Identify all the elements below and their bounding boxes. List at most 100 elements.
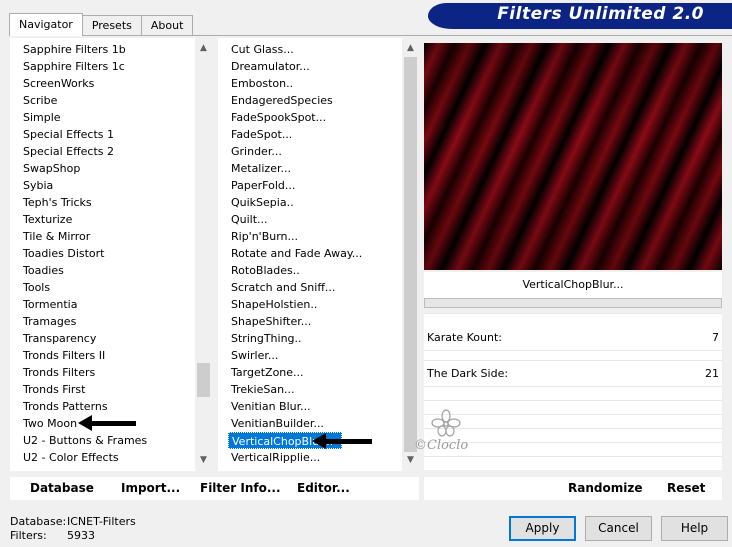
category-item[interactable]: Texturize [10,211,195,228]
database-value: ICNET-Filters [67,515,136,528]
watermark: ©Cloclo [396,408,488,468]
filter-items: Cut Glass... Dreamulator... Emboston.. Enda… [218,41,402,466]
filter-item[interactable]: VerticalRipplie... [218,449,402,466]
preview-image [424,43,722,270]
filter-item[interactable]: TargetZone... [218,364,402,381]
category-item[interactable]: U2 - Color Effects [10,449,195,466]
flower-icon [431,409,461,437]
scroll-up-icon[interactable]: ▲ [195,40,212,57]
category-item[interactable]: Special Effects 2 [10,143,195,160]
filter-item[interactable]: Rotate and Fade Away... [218,245,402,262]
category-item[interactable]: Tramages [10,313,195,330]
selected-filter-name: VerticalChopBlur... [424,272,722,298]
param-value[interactable]: 7 [712,326,719,349]
filter-item[interactable]: Metalizer... [218,160,402,177]
filters-count: 5933 [67,529,95,542]
category-item[interactable]: Tronds First [10,381,195,398]
param-separator [424,360,722,361]
right-toolbar: Randomize Reset [424,477,722,500]
filter-scrollbar[interactable]: ▲ ▼ [402,38,419,471]
category-items: Sapphire Filters 1b Sapphire Filters 1c Sc… [10,41,195,466]
category-item[interactable]: Transparency [10,330,195,347]
randomize-button[interactable]: Randomize [568,477,642,500]
filter-item[interactable]: EndageredSpecies [218,92,402,109]
cancel-button[interactable]: Cancel [585,516,652,541]
filter-item[interactable]: FadeSpot... [218,126,402,143]
category-scroll-thumb[interactable] [197,363,210,397]
category-item[interactable]: Tormentia [10,296,195,313]
category-item[interactable]: Simple [10,109,195,126]
category-item[interactable]: Sybia [10,177,195,194]
param-label: The Dark Side: [427,367,509,380]
left-toolbar: Database Import... Filter Info... Editor… [10,477,419,500]
filter-item[interactable]: Quilt... [218,211,402,228]
tab-panel-border [9,35,732,36]
import-button[interactable]: Import... [121,477,180,500]
category-item[interactable]: ScreenWorks [10,75,195,92]
category-item[interactable]: U2 - Buttons & Frames [10,432,195,449]
status-area: Database:ICNET-Filters Filters: 5933 [10,515,136,543]
filter-list[interactable]: Cut Glass... Dreamulator... Emboston.. Enda… [218,38,419,471]
tab-navigator[interactable]: Navigator [9,13,83,36]
filter-item[interactable]: FadeSpookSpot... [218,109,402,126]
category-item[interactable]: Tronds Filters [10,364,195,381]
filter-item[interactable]: Grinder... [218,143,402,160]
filter-item[interactable]: StringThing.. [218,330,402,347]
filter-info-button[interactable]: Filter Info... [200,477,281,500]
filters-label: Filters: [10,529,47,542]
filter-item[interactable]: ShapeShifter... [218,313,402,330]
category-item[interactable]: Tile & Mirror [10,228,195,245]
category-item[interactable]: Toadies [10,262,195,279]
filter-scroll-thumb[interactable] [404,57,417,452]
category-item[interactable]: SwapShop [10,160,195,177]
category-item[interactable]: Tools [10,279,195,296]
tab-bar: Navigator Presets About [9,13,194,36]
editor-button[interactable]: Editor... [297,477,350,500]
database-label: Database: [10,515,67,528]
filter-item[interactable]: Emboston.. [218,75,402,92]
database-button[interactable]: Database [30,477,94,500]
banner-title: Filters Unlimited 2.0 [497,4,704,24]
category-item[interactable]: Special Effects 1 [10,126,195,143]
filter-item[interactable]: Scratch and Sniff... [218,279,402,296]
category-item[interactable]: Tronds Patterns [10,398,195,415]
param-value[interactable]: 21 [705,362,719,385]
filter-item[interactable]: Dreamulator... [218,58,402,75]
param-label: Karate Kount: [427,331,502,344]
watermark-text: ©Cloclo [414,438,469,453]
param-separator [424,350,722,351]
filter-item[interactable]: PaperFold... [218,177,402,194]
category-item[interactable]: Tronds Filters II [10,347,195,364]
category-item[interactable]: Toadies Distort [10,245,195,262]
category-item[interactable]: Teph's Tricks [10,194,195,211]
param-dark-side[interactable]: The Dark Side: 21 [424,362,722,385]
category-item[interactable]: Sapphire Filters 1c [10,58,195,75]
scroll-down-icon[interactable]: ▼ [195,452,212,469]
filter-item[interactable]: Swirler... [218,347,402,364]
param-separator [424,313,722,314]
filter-item[interactable]: VenitianBuilder... [218,415,402,432]
scroll-up-icon[interactable]: ▲ [402,40,419,57]
category-list[interactable]: Sapphire Filters 1b Sapphire Filters 1c Sc… [10,38,212,471]
tab-about[interactable]: About [140,15,194,36]
param-separator [424,400,722,401]
category-scrollbar[interactable]: ▲ ▼ [195,38,212,471]
filter-item[interactable]: Venitian Blur... [218,398,402,415]
param-karate-kount[interactable]: Karate Kount: 7 [424,326,722,349]
filter-item[interactable]: Cut Glass... [218,41,402,58]
pointer-arrow-icon [312,433,372,449]
pointer-arrow-icon [78,415,136,431]
title-banner: Filters Unlimited 2.0 [428,3,732,29]
help-button[interactable]: Help [661,516,728,541]
filter-item[interactable]: RotoBlades.. [218,262,402,279]
filter-item[interactable]: QuikSepia.. [218,194,402,211]
apply-button[interactable]: Apply [509,516,576,541]
filter-item[interactable]: TrekieSan... [218,381,402,398]
category-item[interactable]: Sapphire Filters 1b [10,41,195,58]
filter-item[interactable]: ShapeHolstien.. [218,296,402,313]
reset-button[interactable]: Reset [667,477,705,500]
progress-bar [424,298,722,308]
tab-presets[interactable]: Presets [81,15,142,36]
filter-item[interactable]: Rip'n'Burn... [218,228,402,245]
category-item[interactable]: Scribe [10,92,195,109]
